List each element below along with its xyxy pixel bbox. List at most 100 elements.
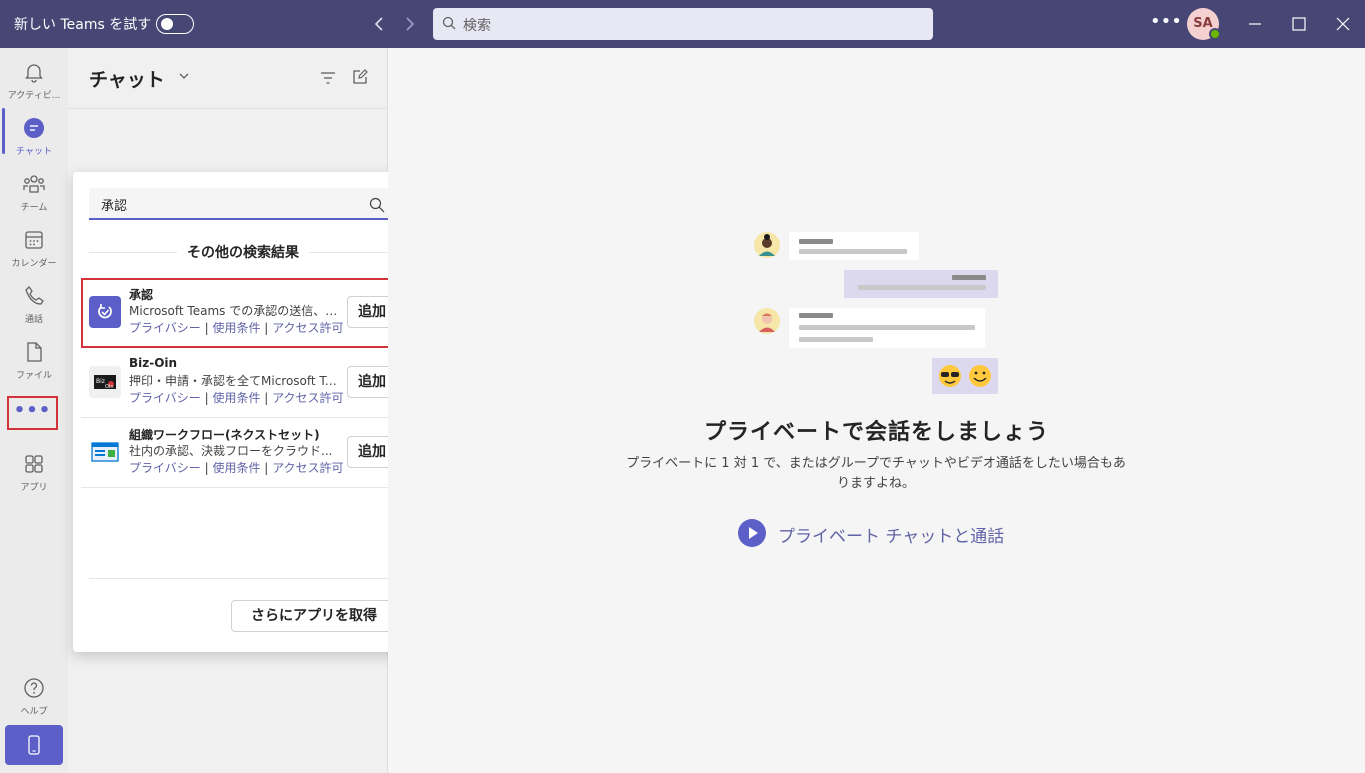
link-separator: | (200, 461, 213, 475)
new-chat-icon[interactable] (351, 68, 369, 86)
person-avatar-icon (754, 232, 780, 258)
link-separator: | (200, 391, 213, 405)
chevron-down-icon[interactable] (178, 70, 190, 82)
emoji-icon (939, 365, 991, 387)
presence-available-icon (1209, 28, 1221, 40)
list-item-approvals-app[interactable]: 承認 Microsoft Teams での承認の送信、受... プライバシー |… (81, 278, 405, 348)
app-name: Biz-Oin (129, 356, 178, 370)
help-icon (24, 678, 44, 698)
app-description: Microsoft Teams での承認の送信、受... (129, 304, 343, 318)
title-bar: 新しい Teams を試す 検索 ••• SA (0, 0, 1365, 48)
section-title-text: その他の検索結果 (177, 245, 309, 261)
more-apps-button[interactable]: ••• (7, 396, 58, 430)
divider (89, 578, 397, 579)
empty-state-description: プライベートに 1 対 1 で、またはグループでチャットやビデオ通話をしたい場合… (626, 456, 1126, 491)
link-separator: | (260, 391, 273, 405)
teams-icon (23, 175, 45, 193)
privacy-link[interactable]: プライバシー (129, 461, 201, 475)
approvals-app-icon (89, 296, 121, 328)
rail-item-activity[interactable]: アクティビ... (0, 54, 68, 110)
list-item-workflow-app[interactable]: 組織ワークフロー(ネクストセット) 社内の承認、決裁フローをクラウド... プラ… (81, 418, 405, 488)
apps-icon (25, 455, 43, 473)
link-separator: | (260, 321, 273, 335)
app-links: プライバシー | 使用条件 | アクセス許可 (129, 319, 344, 336)
app-search-value: 承認 (101, 199, 128, 214)
rail-item-calls[interactable]: 通話 (0, 278, 68, 334)
mobile-phone-icon (28, 735, 40, 755)
app-name: 組織ワークフロー(ネクストセット) (129, 428, 320, 442)
page-title: チャット (89, 69, 165, 91)
app-search-popup: 承認 その他の検索結果 承認 Microsoft Teams での承認の送信、受… (73, 172, 413, 652)
file-icon (27, 342, 42, 362)
rail-item-calendar[interactable]: カレンダー (0, 222, 68, 278)
more-options-icon[interactable]: ••• (1150, 10, 1182, 36)
rail-item-label: チャット (16, 147, 52, 157)
svg-text:Oin: Oin (105, 384, 114, 390)
section-title: その他の検索結果 (73, 242, 413, 262)
emoji-bubble (932, 358, 998, 394)
rail-item-label: カレンダー (11, 259, 57, 269)
app-search-input[interactable]: 承認 (89, 188, 397, 220)
close-icon[interactable] (1328, 10, 1358, 38)
search-placeholder: 検索 (463, 18, 491, 34)
rail-item-label: ヘルプ (20, 707, 48, 717)
get-more-apps-button[interactable]: さらにアプリを取得 (231, 600, 397, 632)
rail-item-label: アプリ (20, 483, 48, 493)
rail-item-apps[interactable]: アプリ (0, 446, 68, 502)
chat-header: チャット (68, 48, 388, 109)
privacy-link[interactable]: プライバシー (129, 321, 201, 335)
permissions-link[interactable]: アクセス許可 (272, 321, 343, 335)
rail-item-chat[interactable]: チャット (0, 110, 68, 166)
terms-link[interactable]: 使用条件 (212, 321, 260, 335)
search-icon[interactable] (369, 197, 385, 213)
link-separator: | (200, 321, 213, 335)
minimize-icon[interactable] (1240, 10, 1270, 38)
filter-icon[interactable] (319, 69, 337, 87)
global-search-input[interactable]: 検索 (433, 8, 933, 40)
rail-item-label: アクティビ... (7, 91, 61, 101)
app-description: 社内の承認、決裁フローをクラウド... (129, 444, 333, 458)
app-links: プライバシー | 使用条件 | アクセス許可 (129, 459, 344, 476)
private-chat-link-label: プライベート チャットと通話 (778, 527, 1005, 547)
play-icon (738, 519, 766, 547)
rail-item-label: チーム (20, 203, 48, 213)
chat-icon (24, 118, 44, 138)
message-bubble (789, 232, 919, 260)
phone-icon (25, 286, 44, 305)
link-separator: | (260, 461, 273, 475)
permissions-link[interactable]: アクセス許可 (272, 461, 343, 475)
message-bubble (844, 270, 998, 298)
mobile-app-button[interactable] (5, 725, 63, 765)
calendar-icon (25, 231, 43, 249)
privacy-link[interactable]: プライバシー (129, 391, 201, 405)
chat-illustration (754, 228, 1000, 398)
app-name: 承認 (129, 288, 154, 302)
message-bubble (789, 308, 985, 348)
app-description: 押印・申請・承認を全てMicrosoft Tea... (129, 374, 343, 388)
person-avatar-icon (754, 308, 780, 334)
terms-link[interactable]: 使用条件 (212, 461, 260, 475)
try-new-teams-label: 新しい Teams を試す (14, 17, 152, 33)
main-content: プライベートで会話をしましょう プライベートに 1 対 1 で、またはグループで… (388, 48, 1365, 773)
try-new-teams-toggle[interactable] (156, 14, 194, 34)
app-rail: アクティビ... チャット チーム カレンダー 通話 ファイル ••• アプリ … (0, 48, 68, 773)
rail-item-files[interactable]: ファイル (0, 334, 68, 390)
toggle-knob (161, 18, 173, 30)
empty-state-title: プライベートで会話をしましょう (703, 420, 1049, 445)
permissions-link[interactable]: アクセス許可 (272, 391, 343, 405)
biz-oin-app-icon: Biz Oin (89, 366, 121, 398)
app-links: プライバシー | 使用条件 | アクセス許可 (129, 389, 344, 406)
maximize-icon[interactable] (1284, 10, 1314, 38)
bell-icon (25, 64, 43, 83)
back-arrow-icon[interactable] (368, 12, 392, 36)
svg-text:Biz: Biz (96, 378, 105, 385)
rail-item-label: 通話 (24, 315, 43, 325)
search-icon (442, 16, 456, 30)
list-item-biz-oin-app[interactable]: Biz Oin Biz-Oin 押印・申請・承認を全てMicrosoft Tea.… (81, 348, 405, 418)
forward-arrow-icon[interactable] (397, 12, 421, 36)
rail-item-label: ファイル (15, 371, 52, 381)
rail-item-teams[interactable]: チーム (0, 166, 68, 222)
rail-item-help[interactable]: ヘルプ (0, 670, 68, 726)
terms-link[interactable]: 使用条件 (212, 391, 260, 405)
workflow-app-icon (89, 436, 121, 468)
